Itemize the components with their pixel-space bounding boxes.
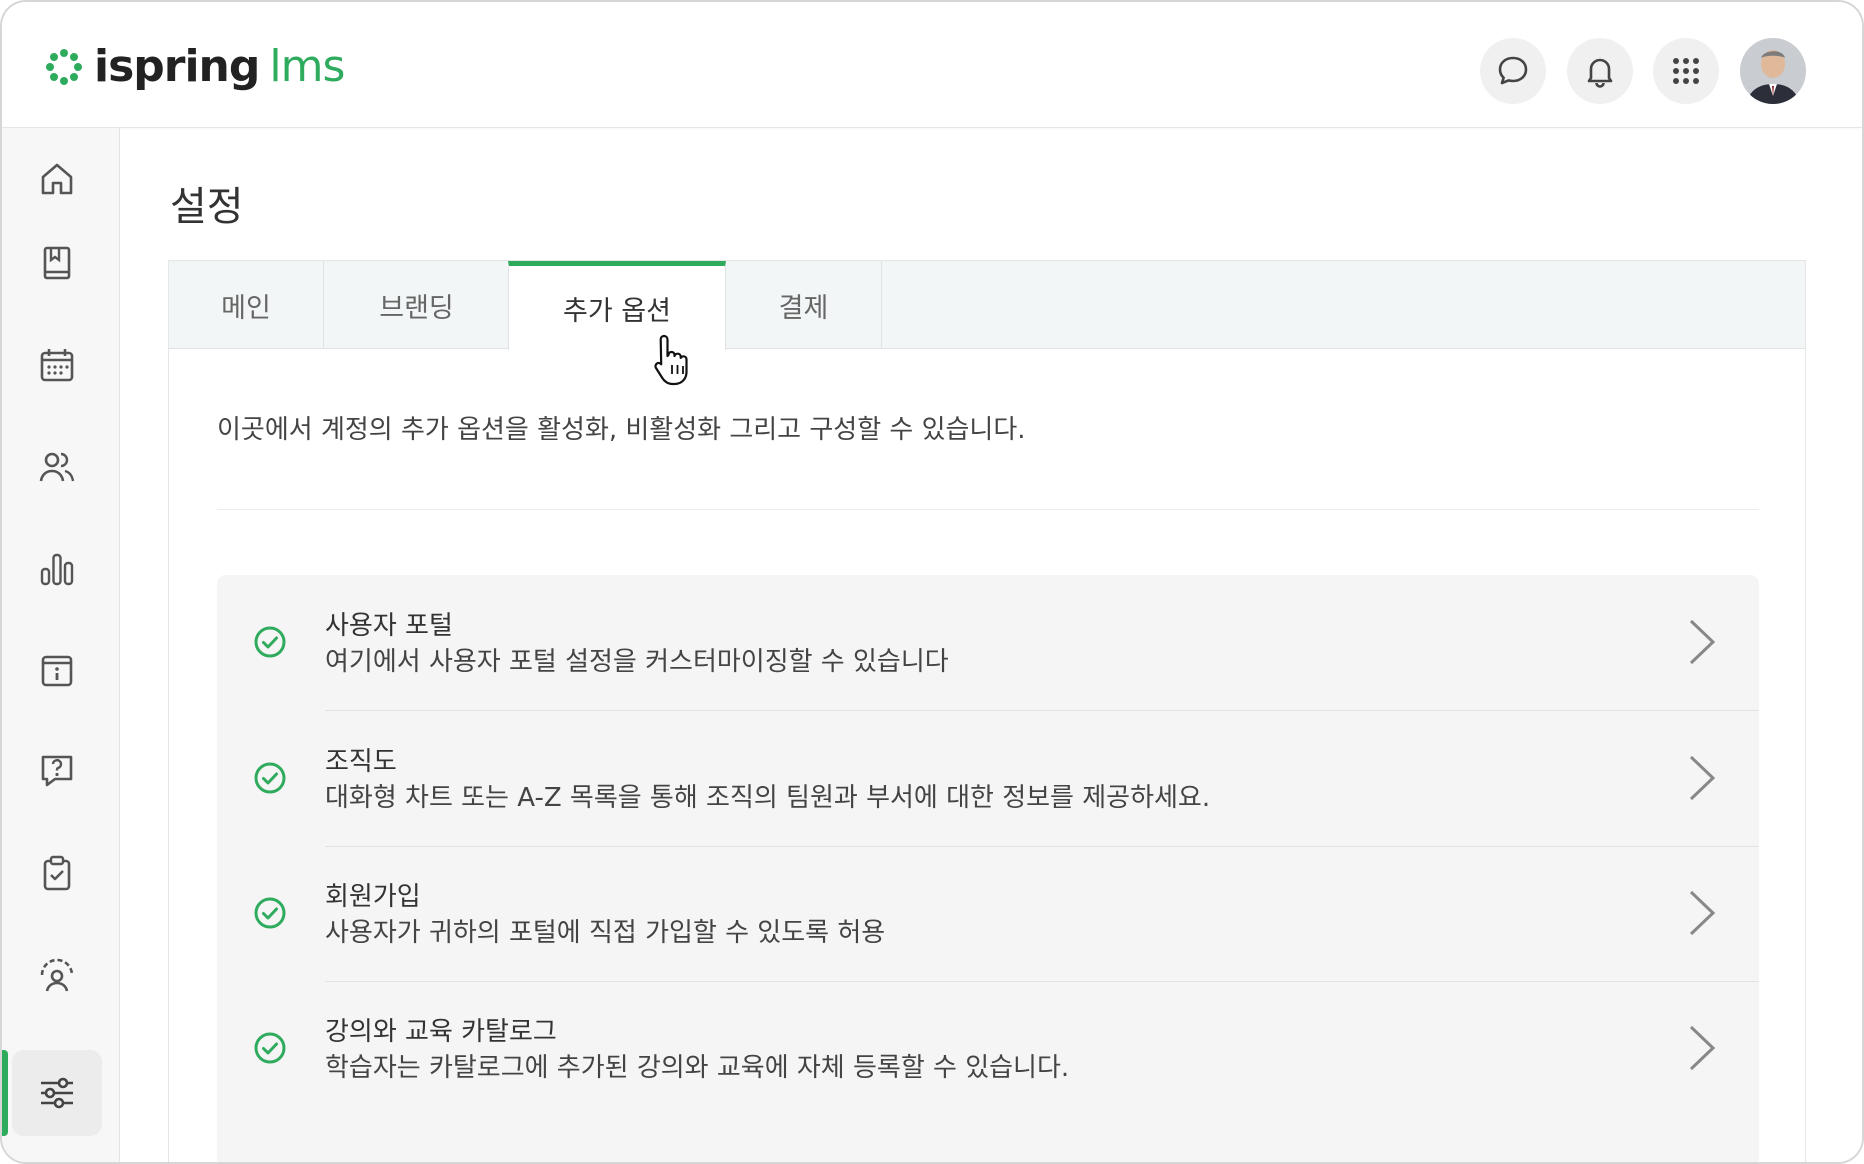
tab-main[interactable]: 메인 (169, 261, 324, 349)
option-title: 사용자 포털 (325, 611, 453, 641)
sidebar-item-users[interactable] (12, 424, 102, 510)
tab-branding[interactable]: 브랜딩 (324, 261, 510, 349)
grid-icon (1673, 58, 1699, 84)
apps-button[interactable] (1653, 38, 1719, 104)
chevron-right-icon (1689, 755, 1716, 801)
sliders-icon (41, 1077, 73, 1109)
logo-mark-icon (46, 49, 82, 85)
book-icon (43, 246, 71, 280)
divider (217, 509, 1759, 510)
option-title: 회원가입 (325, 882, 421, 912)
logo-text-ispring: ispring (94, 41, 260, 92)
option-row-user-portal[interactable]: 사용자 포털 여기에서 사용자 포털 설정을 커스터마이징할 수 있습니다 (217, 575, 1759, 711)
question-icon (41, 755, 73, 787)
bar-chart-icon (40, 553, 74, 586)
check-circle-icon (254, 626, 286, 658)
active-indicator (2, 1050, 8, 1136)
user-avatar[interactable] (1740, 38, 1806, 104)
sidebar-item-home[interactable] (12, 136, 102, 222)
option-row-org-chart[interactable]: 조직도 대화형 차트 또는 A-Z 목록을 통해 조직의 팀원과 부서에 대한 … (217, 711, 1759, 847)
calendar-icon (40, 349, 74, 382)
sidebar-item-reports[interactable] (12, 526, 102, 612)
settings-card: 메인 브랜딩 추가 옵션 결제 이곳에서 계정의 추가 옵션을 활성화, 비활성… (168, 260, 1806, 1162)
sidebar (2, 128, 120, 1162)
sidebar-item-calendar[interactable] (12, 322, 102, 408)
logo[interactable]: ispring lms (44, 41, 345, 92)
home-icon (41, 163, 73, 195)
option-title: 조직도 (325, 747, 397, 777)
chat-button[interactable] (1480, 38, 1546, 104)
option-subtitle: 여기에서 사용자 포털 설정을 커스터마이징할 수 있습니다 (325, 647, 949, 677)
option-row-registration[interactable]: 회원가입 사용자가 귀하의 포털에 직접 가입할 수 있도록 허용 (217, 846, 1759, 982)
app-window: ispring lms 설정 메인 브랜딩 추가 옵션 결제 이곳에서 계정의 … (0, 0, 1864, 1164)
chevron-right-icon (1689, 619, 1716, 665)
clipboard-check-icon (43, 855, 71, 891)
sidebar-item-performance[interactable] (12, 932, 102, 1018)
avatar-image (1740, 38, 1806, 104)
page-description: 이곳에서 계정의 추가 옵션을 활성화, 비활성화 그리고 구성할 수 있습니다… (217, 415, 1026, 445)
option-subtitle: 대화형 차트 또는 A-Z 목록을 통해 조직의 팀원과 부서에 대한 정보를 … (325, 783, 1211, 813)
chat-bubble-icon (1498, 56, 1528, 85)
check-circle-icon (254, 897, 286, 929)
option-title: 강의와 교육 카탈로그 (325, 1017, 557, 1047)
tab-billing[interactable]: 결제 (726, 261, 882, 349)
logo-text-lms: lms (269, 41, 345, 92)
sidebar-item-settings[interactable] (12, 1050, 102, 1136)
check-circle-icon (254, 1032, 286, 1064)
sidebar-item-info[interactable] (12, 628, 102, 714)
options-list: 사용자 포털 여기에서 사용자 포털 설정을 커스터마이징할 수 있습니다 조직… (217, 575, 1759, 1162)
notifications-button[interactable] (1567, 38, 1633, 104)
option-subtitle: 사용자가 귀하의 포털에 직접 가입할 수 있도록 허용 (325, 918, 886, 948)
hand-cursor-icon (654, 334, 688, 386)
bell-icon (1587, 58, 1613, 88)
option-subtitle: 학습자는 카탈로그에 추가된 강의와 교육에 자체 등록할 수 있습니다. (325, 1053, 1070, 1083)
option-row-catalog[interactable]: 강의와 교육 카탈로그 학습자는 카탈로그에 추가된 강의와 교육에 자체 등록… (217, 981, 1759, 1117)
sidebar-item-questions[interactable] (12, 728, 102, 814)
chevron-right-icon (1689, 1025, 1716, 1071)
sidebar-item-tasks[interactable] (12, 830, 102, 916)
check-circle-icon (254, 762, 286, 794)
user-gauge-icon (40, 958, 74, 992)
info-page-icon (41, 655, 73, 687)
page-title: 설정 (170, 184, 244, 230)
tab-bar: 메인 브랜딩 추가 옵션 결제 (169, 261, 1805, 350)
top-header: ispring lms (2, 2, 1862, 128)
tab-additional-options[interactable]: 추가 옵션 (508, 261, 726, 350)
chevron-right-icon (1689, 890, 1716, 936)
sidebar-item-courses[interactable] (12, 220, 102, 306)
users-icon (39, 452, 75, 482)
